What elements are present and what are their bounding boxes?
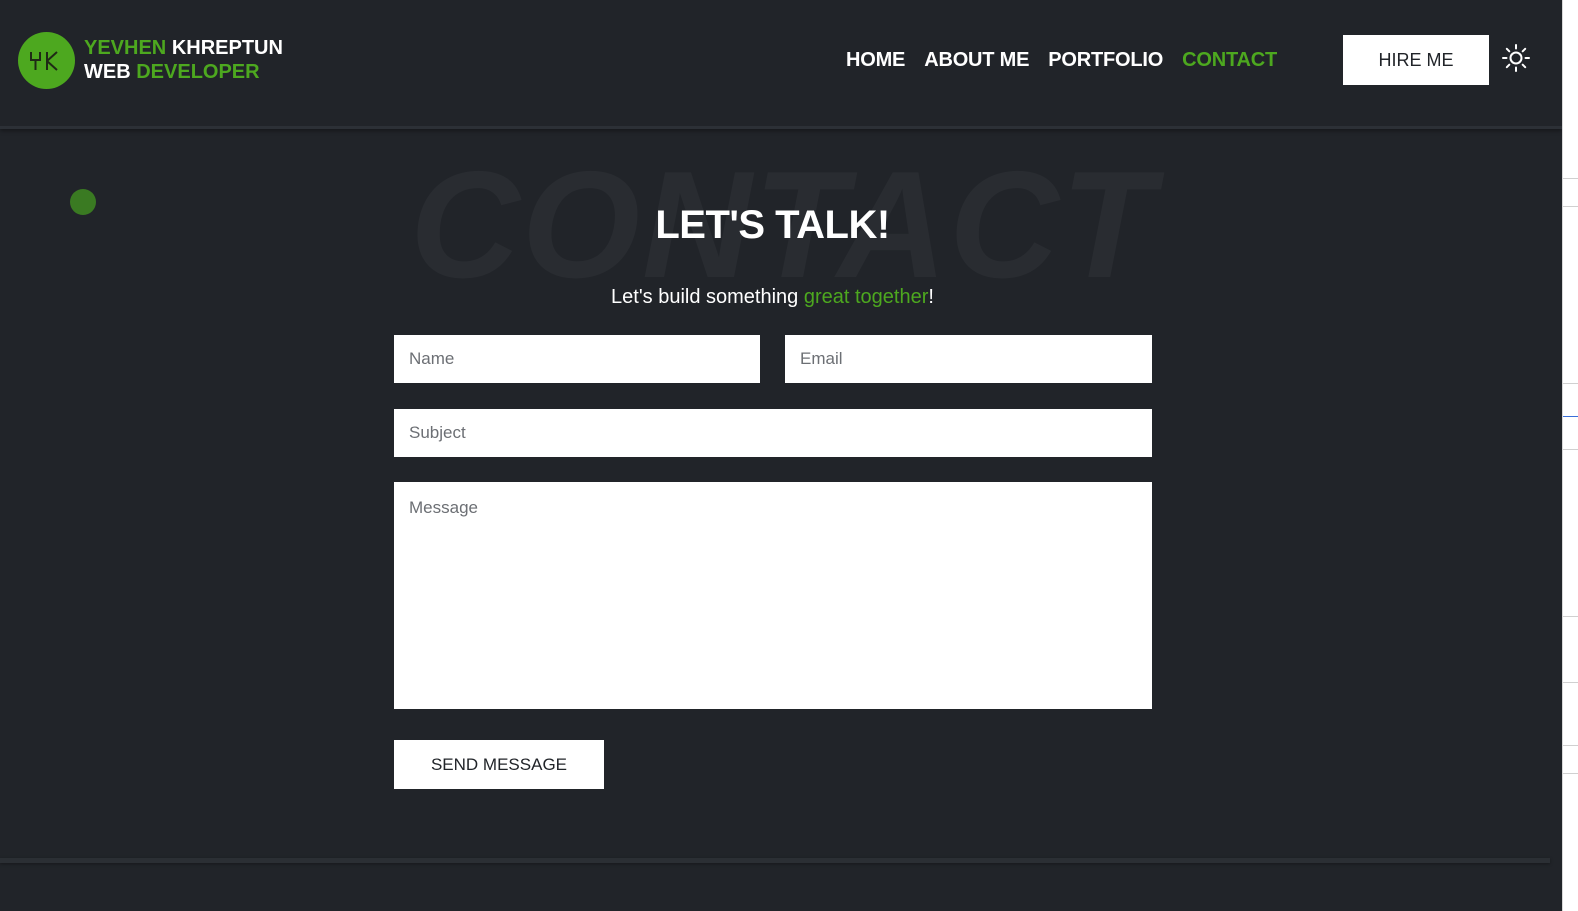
nav-portfolio[interactable]: PORTFOLIO — [1048, 49, 1163, 72]
section-title: LET'S TALK! — [655, 203, 890, 247]
name-input[interactable] — [394, 335, 760, 383]
site-header: YEVHEN KHREPTUN WEB DEVELOPER HOME ABOUT… — [0, 0, 1562, 129]
section-divider — [0, 858, 1550, 863]
logo-line-role: WEB DEVELOPER — [84, 60, 283, 84]
scrollbar-tick — [1563, 449, 1578, 450]
nav-contact[interactable]: CONTACT — [1182, 49, 1277, 72]
logo-icon[interactable] — [18, 32, 75, 89]
scrollbar-tick — [1563, 383, 1578, 384]
send-message-button[interactable]: SEND MESSAGE — [394, 740, 604, 789]
subtitle-start: Let's build something — [611, 286, 804, 308]
nav-about-me[interactable]: ABOUT ME — [924, 49, 1029, 72]
subtitle-highlight: great together — [803, 286, 929, 308]
page: YEVHEN KHREPTUN WEB DEVELOPER HOME ABOUT… — [0, 0, 1578, 911]
yk-monogram-icon — [29, 50, 58, 71]
scrollbar-tick — [1563, 416, 1578, 417]
scrollbar-tick — [1563, 178, 1578, 179]
scrollbar-tick — [1563, 682, 1578, 683]
scrollbar-tick — [1563, 616, 1578, 617]
logo-last-name: KHREPTUN — [171, 37, 283, 59]
sun-icon — [1502, 44, 1530, 72]
subtitle-end: ! — [928, 286, 934, 308]
scrollbar-tick — [1563, 206, 1578, 207]
scrollbar[interactable] — [1562, 0, 1578, 911]
email-input[interactable] — [785, 335, 1152, 383]
theme-toggle-button[interactable] — [1500, 42, 1532, 74]
decorative-dot — [70, 189, 96, 215]
logo-text[interactable]: YEVHEN KHREPTUN WEB DEVELOPER — [84, 36, 283, 84]
logo-line-name: YEVHEN KHREPTUN — [84, 36, 283, 60]
main-nav: HOME ABOUT ME PORTFOLIO CONTACT — [846, 46, 1277, 74]
subject-input[interactable] — [394, 409, 1152, 457]
logo-role-first: WEB — [84, 61, 131, 83]
logo-first-name: YEVHEN — [84, 37, 167, 59]
scrollbar-tick — [1563, 773, 1578, 774]
nav-home[interactable]: HOME — [846, 49, 905, 72]
hire-me-button[interactable]: HIRE ME — [1343, 35, 1489, 85]
message-textarea[interactable] — [394, 482, 1152, 709]
section-subtitle: Let's build something great together! — [393, 286, 1152, 309]
logo-role-last: DEVELOPER — [136, 61, 260, 83]
scrollbar-tick — [1563, 745, 1578, 746]
